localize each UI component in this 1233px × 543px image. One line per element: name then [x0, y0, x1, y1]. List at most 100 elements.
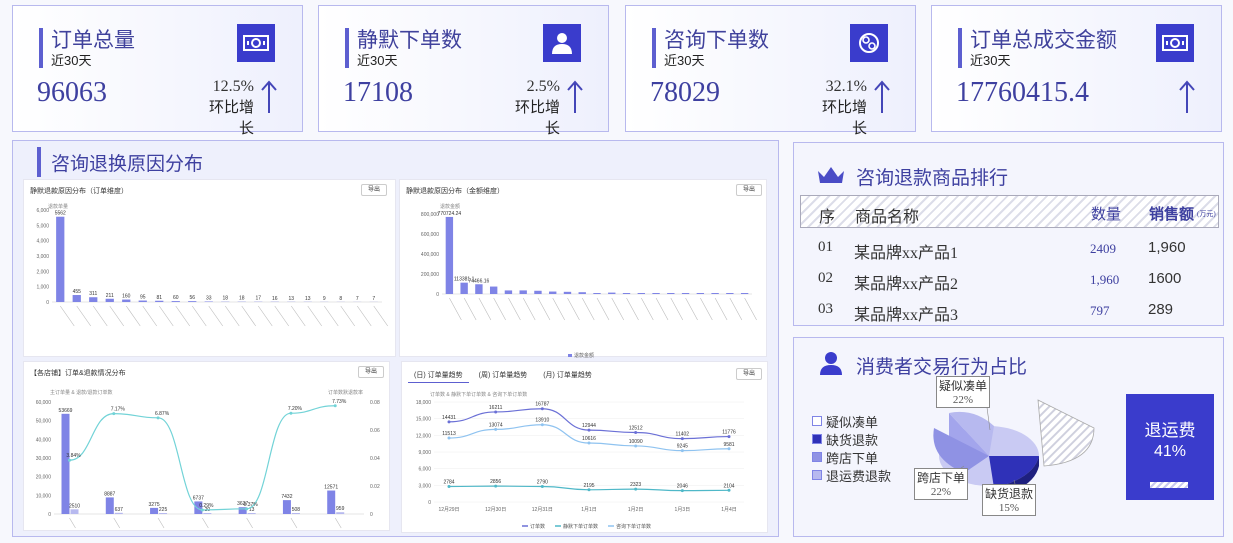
rate-label: 0.37% [244, 502, 259, 508]
x-tick-label [581, 297, 595, 321]
bar [61, 413, 70, 514]
x-tick-label [142, 305, 157, 327]
y-tick-label: 800,000 [421, 212, 439, 218]
data-label: 12512 [629, 425, 643, 431]
data-label: 2104 [723, 483, 734, 489]
x-tick-label [175, 305, 190, 327]
x-tick-label [478, 297, 492, 321]
kpi-value: 96063 [37, 77, 107, 108]
callout-bundle: 疑似凑单 22% [936, 376, 990, 408]
export-button[interactable]: 导出 [736, 368, 762, 380]
data-label: 33 [206, 295, 212, 301]
data-label: 16 [272, 296, 278, 302]
trend-tabs: (日) 订单量趋势 (周) 订单量趋势 (月) 订单量趋势 [408, 368, 598, 383]
header-qty: 数量 [1091, 207, 1122, 223]
x-tick-label: 1月3日 [675, 507, 691, 513]
row-qty: 797 [1090, 303, 1110, 318]
chart-svg: 退款单量6,000 5,000 4,000 3,000 2,000 1,000 0 5562 4… [36, 203, 388, 327]
title-accent-bar [652, 28, 656, 68]
bar [726, 293, 734, 294]
bar [138, 300, 147, 302]
bar [445, 216, 454, 294]
kpi-period: 近30天 [51, 53, 92, 68]
legend-swatch [568, 354, 572, 357]
kpi-growth-pct: 2.5% [526, 78, 560, 95]
bar [72, 295, 81, 302]
y-tick-label: 30,000 [36, 456, 52, 462]
y-tick-label: 40,000 [36, 437, 52, 443]
x-tick-label [225, 305, 240, 327]
bar [282, 500, 291, 514]
up-arrow-icon [874, 80, 890, 114]
bar [89, 297, 98, 302]
y-tick-label: 6,000 [36, 208, 49, 214]
y-tick-label: 200,000 [421, 272, 439, 278]
x-tick-label [76, 305, 91, 327]
bar [122, 299, 131, 302]
data-label: 16211 [489, 405, 503, 411]
refund-ranking-panel: 咨询退款商品排行 序 商品名称 数量 销售额 (万元) 01 某品牌xx产品1 … [793, 142, 1224, 326]
bar [489, 286, 498, 294]
y-tick-label: 15,000 [416, 417, 432, 423]
x-tick-label [69, 517, 76, 529]
x-tick-label [744, 297, 757, 321]
x-tick-label [126, 305, 141, 327]
data-label: 10090 [629, 439, 643, 445]
bar [188, 301, 197, 302]
ranking-row[interactable]: 02 某品牌xx产品2 1,960 1600 [794, 270, 1225, 294]
trend-tab[interactable]: (月) 订单量趋势 [537, 368, 598, 383]
data-label: 81 [156, 295, 162, 301]
data-label: 160 [122, 294, 131, 300]
x-tick-label [159, 305, 174, 327]
x-tick-label: 1月1日 [581, 507, 597, 513]
bar [504, 290, 513, 294]
y-tick-label: 12,000 [416, 433, 432, 439]
ranking-title: 咨询退款商品排行 [856, 168, 1009, 189]
export-button[interactable]: 导出 [361, 184, 387, 196]
y-axis-label: 主订单量 & 退款/退款订单数 [50, 389, 113, 396]
data-label: 17 [255, 296, 261, 302]
data-label: 74466.16 [468, 278, 489, 284]
x-tick-label [60, 305, 75, 327]
x-tick-label [449, 297, 462, 321]
title-accent-bar [37, 147, 41, 177]
y-axis-label: 退款单量 [48, 203, 68, 210]
trend-tab[interactable]: (日) 订单量趋势 [408, 368, 469, 383]
kpi-growth-pct: 12.5% [212, 78, 254, 95]
x-tick-label [109, 305, 124, 327]
data-label: 18 [222, 296, 228, 302]
reason-distribution-panel: 咨询退换原因分布 静默退款原因分布（订单维度） 导出 退款单量 6,000 5,00… [12, 140, 779, 537]
x-tick-label [537, 297, 551, 321]
kpi-period: 近30天 [664, 53, 705, 68]
x-tick-label [522, 297, 536, 321]
shipping-refund-highlight: 退运费 41% [1126, 394, 1214, 500]
legend-label: 静默下单订单数 [563, 523, 598, 530]
bar [336, 512, 345, 514]
x-tick-label [508, 297, 521, 321]
ranking-row[interactable]: 03 某品牌xx产品3 797 289 [794, 301, 1225, 325]
bar [105, 497, 114, 514]
panel-title: 咨询退换原因分布 [51, 154, 204, 175]
ranking-row[interactable]: 01 某品牌xx产品1 2409 1,960 [794, 239, 1225, 263]
x-tick-label [291, 305, 306, 327]
y-tick-label: 5,000 [36, 223, 49, 229]
data-label: 12571 [324, 485, 338, 491]
crown-icon [816, 165, 846, 190]
bar [593, 293, 601, 294]
x-tick-label [113, 517, 121, 529]
row-sales: 1,960 [1148, 239, 1186, 256]
up-arrow-icon [261, 80, 277, 114]
data-label: 60 [173, 295, 179, 301]
y-tick-label: 60,000 [36, 400, 52, 406]
x-tick-label [373, 305, 388, 327]
title-accent-bar [958, 28, 962, 68]
export-button[interactable]: 导出 [736, 184, 762, 196]
kpi-card: 订单总成交金额 近30天 17760415.4 [931, 5, 1222, 132]
trend-tab[interactable]: (周) 订单量趋势 [473, 368, 534, 383]
row-name: 某品牌xx产品2 [854, 276, 959, 293]
export-button[interactable]: 导出 [358, 366, 384, 378]
highlight-pct: 41% [1153, 443, 1187, 460]
bar [608, 292, 616, 294]
data-label: 95 [140, 295, 146, 301]
row-sales: 289 [1148, 301, 1174, 318]
